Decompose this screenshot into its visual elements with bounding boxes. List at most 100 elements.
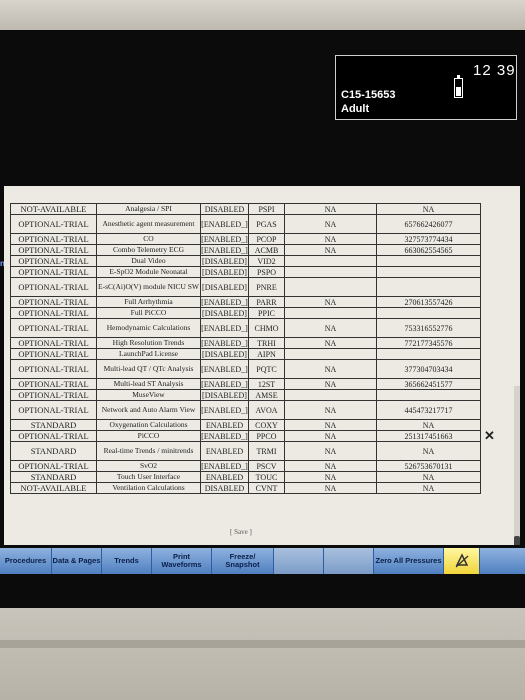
toolbar-button-procedures[interactable]: Procedures	[0, 548, 52, 574]
license-code: TRMI	[248, 441, 285, 461]
clock: 12 39	[473, 62, 516, 79]
license-code: 12ST	[248, 378, 285, 390]
license-state: [ENABLED_]	[200, 378, 249, 390]
scrollbar[interactable]	[514, 386, 520, 545]
table-row: OPTIONAL-TRIAL High Resolution Trends [ENA…	[10, 337, 481, 349]
license-key: 526753670131	[376, 460, 481, 472]
license-status: OPTIONAL-TRIAL	[10, 337, 97, 349]
license-description: E-SpO2 Module Neonatal	[96, 266, 201, 278]
license-status: OPTIONAL-TRIAL	[10, 318, 97, 338]
license-na	[284, 277, 377, 297]
license-na: NA	[284, 430, 377, 442]
license-key	[376, 277, 481, 297]
license-status: OPTIONAL-TRIAL	[10, 400, 97, 420]
scrollbar-thumb[interactable]	[514, 536, 520, 545]
save-button[interactable]: [ Save ]	[230, 528, 252, 536]
license-key: NA	[376, 441, 481, 461]
license-description: Real-time Trends / minitrends	[96, 441, 201, 461]
license-description: Touch User Interface	[96, 471, 201, 483]
license-key: 772177345576	[376, 337, 481, 349]
license-description: Network and Auto Alarm View	[96, 400, 201, 420]
license-status: STANDARD	[10, 441, 97, 461]
license-code: CVNT	[248, 482, 285, 494]
license-key: NA	[376, 419, 481, 431]
license-state: DISABLED	[200, 203, 249, 215]
license-na	[284, 389, 377, 401]
toolbar-button-data-pages[interactable]: Data & Pages	[52, 548, 102, 574]
table-row: OPTIONAL-TRIAL Multi-lead ST Analysis [ENA…	[10, 378, 481, 390]
license-key: 251317451663	[376, 430, 481, 442]
license-na	[284, 266, 377, 278]
toolbar-button-empty[interactable]	[274, 548, 324, 574]
table-row: OPTIONAL-TRIAL E-sC(Ai)O(V) module NICU S…	[10, 277, 481, 297]
license-code: TOUC	[248, 471, 285, 483]
license-state: [ENABLED_]	[200, 337, 249, 349]
license-code: PPIC	[248, 307, 285, 319]
license-state: [DISABLED]	[200, 389, 249, 401]
license-status: NOT-AVAILABLE	[10, 203, 97, 215]
license-state: ENABLED	[200, 441, 249, 461]
license-state: [ENABLED_]	[200, 296, 249, 308]
license-code: PNRE	[248, 277, 285, 297]
license-na: NA	[284, 203, 377, 215]
close-icon[interactable]: ✕	[484, 428, 495, 444]
license-description: Anesthetic agent measurement	[96, 214, 201, 234]
table-row: STANDARD Touch User Interface ENABLED TOUC N…	[10, 471, 481, 483]
license-key: 377304703434	[376, 359, 481, 379]
license-status: OPTIONAL-TRIAL	[10, 266, 97, 278]
table-row: OPTIONAL-TRIAL Network and Auto Alarm Vie…	[10, 400, 481, 420]
license-description: SvO2	[96, 460, 201, 472]
license-code: PSPO	[248, 266, 285, 278]
license-key	[376, 348, 481, 360]
monitor-bezel-bottom	[0, 608, 525, 700]
license-status: OPTIONAL-TRIAL	[10, 430, 97, 442]
license-na	[284, 255, 377, 267]
toolbar-button-freeze-snapshot[interactable]: Freeze/ Snapshot	[212, 548, 274, 574]
toolbar-button-trends[interactable]: Trends	[102, 548, 152, 574]
license-description: Combo Telemetry ECG	[96, 244, 201, 256]
license-state: [ENABLED_]	[200, 244, 249, 256]
license-description: Full Arrhythmia	[96, 296, 201, 308]
license-state: [DISABLED]	[200, 277, 249, 297]
license-na: NA	[284, 460, 377, 472]
license-description: Dual Video	[96, 255, 201, 267]
license-status: OPTIONAL-TRIAL	[10, 233, 97, 245]
license-status: OPTIONAL-TRIAL	[10, 277, 97, 297]
license-description: MuseView	[96, 389, 201, 401]
license-na: NA	[284, 400, 377, 420]
patient-id: C15-15653	[341, 89, 396, 101]
license-na: NA	[284, 318, 377, 338]
toolbar-button-print-waveforms[interactable]: Print Waveforms	[152, 548, 212, 574]
alarm-silence-button[interactable]	[444, 548, 480, 574]
license-state: [ENABLED_]	[200, 214, 249, 234]
license-na: NA	[284, 419, 377, 431]
table-row: STANDARD Oxygenation Calculations ENABLED C…	[10, 419, 481, 431]
license-status: STANDARD	[10, 419, 97, 431]
battery-fill	[456, 87, 461, 96]
toolbar-button-zero-all-pressures[interactable]: Zero All Pressures	[374, 548, 444, 574]
license-code: ACMB	[248, 244, 285, 256]
license-state: [DISABLED]	[200, 255, 249, 267]
license-table: NOT-AVAILABLE Analgesia / SPI DISABLED PSPI…	[10, 203, 481, 494]
monitor-bezel-top	[0, 0, 525, 32]
license-na: NA	[284, 471, 377, 483]
license-code: PSPI	[248, 203, 285, 215]
table-row: NOT-AVAILABLE Analgesia / SPI DISABLED PSPI…	[10, 203, 481, 215]
license-code: TRHI	[248, 337, 285, 349]
license-key: 663062554565	[376, 244, 481, 256]
bottom-toolbar: Procedures Data & Pages Trends Print Wavefo…	[0, 548, 525, 574]
alarm-silence-icon	[455, 553, 468, 568]
license-status: NOT-AVAILABLE	[10, 482, 97, 494]
table-row: OPTIONAL-TRIAL CO [ENABLED_] PCOP NA 32757377…	[10, 233, 481, 245]
license-state: [ENABLED_]	[200, 460, 249, 472]
license-status: OPTIONAL-TRIAL	[10, 296, 97, 308]
license-key: 327573774434	[376, 233, 481, 245]
license-key: 657662426077	[376, 214, 481, 234]
toolbar-button-empty[interactable]	[324, 548, 374, 574]
license-status: OPTIONAL-TRIAL	[10, 359, 97, 379]
license-na: NA	[284, 233, 377, 245]
license-na	[284, 307, 377, 319]
license-state: [DISABLED]	[200, 307, 249, 319]
table-row: OPTIONAL-TRIAL Full Arrhythmia [ENABLED_] P…	[10, 296, 481, 308]
table-row: OPTIONAL-TRIAL SvO2 [ENABLED_] PSCV NA 526753…	[10, 460, 481, 472]
